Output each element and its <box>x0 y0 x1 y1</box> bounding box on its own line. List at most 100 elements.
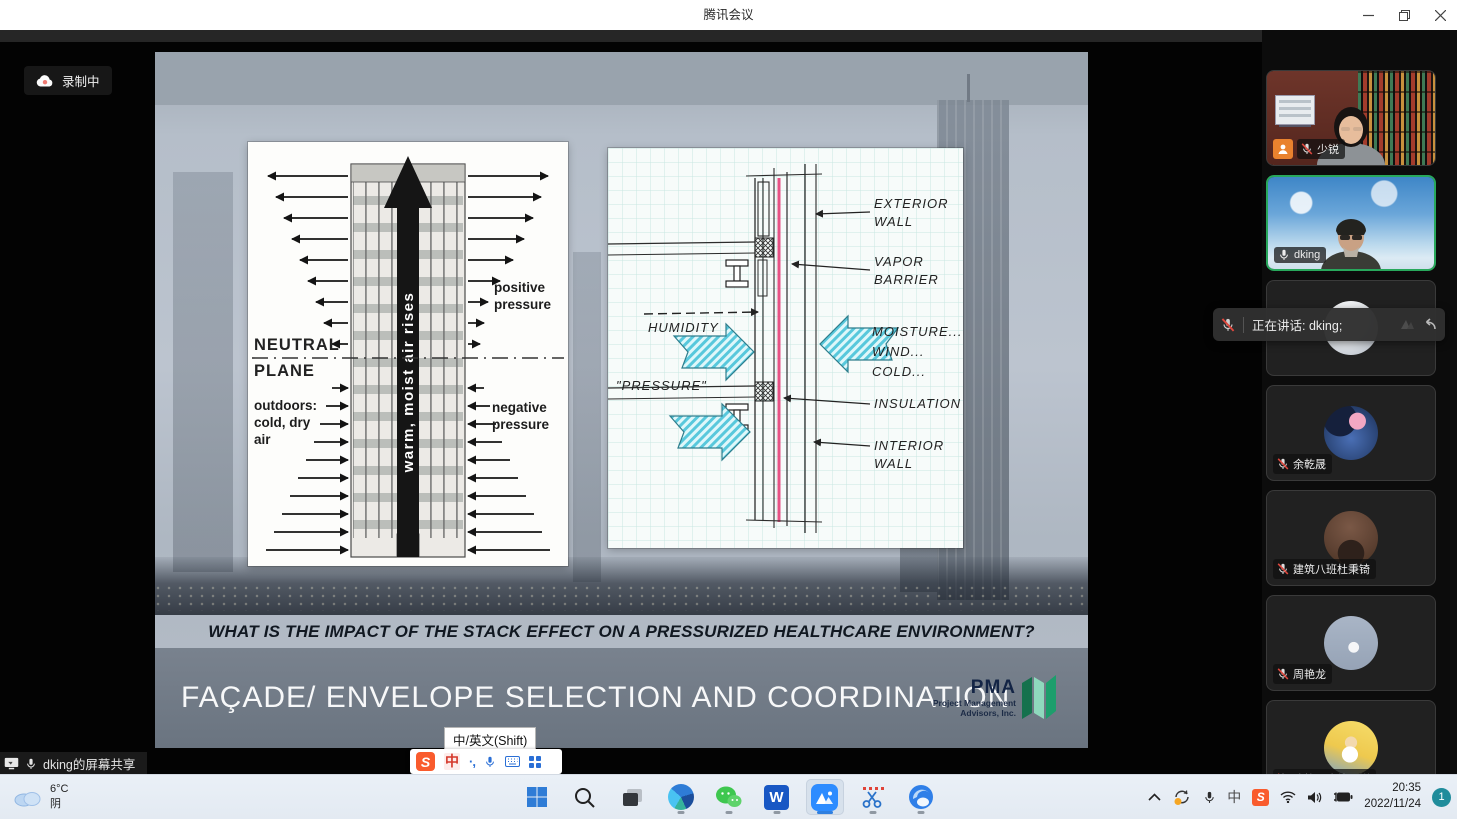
tray-mic-icon[interactable] <box>1203 791 1216 804</box>
wechat-icon <box>715 785 742 810</box>
exterior-wall-label-2: WALL <box>874 214 913 229</box>
tray-time: 20:35 <box>1364 781 1421 797</box>
participant-name: 建筑八班杜秉锜 <box>1293 561 1370 577</box>
outdoors-label-1: outdoors: <box>254 398 317 413</box>
host-badge-icon <box>1273 139 1293 159</box>
vapor-barrier-label-2: BARRIER <box>874 272 939 287</box>
interior-wall-label-2: WALL <box>874 456 913 471</box>
speaking-toast-text: 正在讲话: dking; <box>1252 315 1392 334</box>
screen-share-banner[interactable]: dking的屏幕共享 <box>0 752 147 775</box>
skyline-building <box>173 172 233 572</box>
battery-icon[interactable] <box>1333 791 1353 803</box>
word-icon: W <box>764 785 789 810</box>
ime-toolbox-icon[interactable] <box>529 756 541 768</box>
recording-indicator[interactable]: 录制中 <box>24 66 112 95</box>
pressure-label: "PRESSURE" <box>616 378 707 393</box>
wind-label: WIND... <box>872 344 925 359</box>
search-icon <box>573 786 596 809</box>
speaker-icon[interactable] <box>1307 791 1322 804</box>
sync-status-icon[interactable] <box>1172 788 1192 806</box>
participant-tile-dubingqi[interactable]: 建筑八班杜秉锜 <box>1266 490 1436 586</box>
weather-cloud-icon <box>12 787 42 807</box>
stage-top-strip <box>0 30 1262 42</box>
participant-name: 余乾晟 <box>1293 456 1326 472</box>
negative-pressure-label-2: pressure <box>492 417 550 432</box>
qq-browser-button[interactable] <box>902 779 940 815</box>
participant-tile-yuqiansheng[interactable]: 余乾晟 <box>1266 385 1436 481</box>
slide-sky <box>155 52 1088 105</box>
slide-footer: FAÇADE/ ENVELOPE SELECTION AND COORDINAT… <box>155 648 1088 748</box>
avatar <box>1324 721 1378 775</box>
negative-pressure-label-1: negative <box>492 400 547 415</box>
tray-chevron-icon[interactable] <box>1148 793 1161 801</box>
mic-muted-icon <box>1277 458 1289 470</box>
search-button[interactable] <box>566 779 604 815</box>
weather-widget[interactable]: 6°C 阴 <box>12 779 68 815</box>
avatar <box>1324 511 1378 565</box>
skyline-building <box>573 252 601 582</box>
participants-sidebar: 少锐 dking <box>1262 30 1457 775</box>
screen-share-label: dking的屏幕共享 <box>43 754 135 773</box>
interior-wall-label-1: INTERIOR <box>874 438 944 453</box>
pma-line-2: Advisors, Inc. <box>933 709 1016 719</box>
slide-question: WHAT IS THE IMPACT OF THE STACK EFFECT O… <box>208 622 1034 642</box>
ime-voice-icon[interactable] <box>484 756 496 768</box>
close-button[interactable] <box>1433 8 1447 22</box>
cold-label: COLD... <box>872 364 926 379</box>
wechat-button[interactable] <box>710 779 748 815</box>
recording-label: 录制中 <box>62 71 100 90</box>
edge-browser-button[interactable] <box>662 779 700 815</box>
restore-button[interactable] <box>1397 8 1411 22</box>
undo-arrow-icon[interactable] <box>1422 318 1437 331</box>
close-icon <box>1435 10 1446 21</box>
start-button[interactable] <box>518 779 556 815</box>
task-view-icon <box>621 785 645 809</box>
window-titlebar[interactable]: 腾讯会议 <box>0 0 1457 30</box>
mic-muted-icon <box>1277 563 1289 575</box>
ime-punctuation-toggle[interactable]: ·, <box>469 754 475 769</box>
ime-toolbar[interactable]: S 中 ·, <box>410 749 562 774</box>
annotate-pen-icon[interactable] <box>1400 318 1416 332</box>
positive-pressure-label-2: pressure <box>494 297 552 312</box>
participant-tile-zhouyanlong[interactable]: 周艳龙 <box>1266 595 1436 691</box>
vapor-barrier-label-1: VAPOR <box>874 254 924 269</box>
notification-badge[interactable]: 1 <box>1432 788 1451 807</box>
task-view-button[interactable] <box>614 779 652 815</box>
humidity-label: HUMIDITY <box>648 320 719 335</box>
wifi-icon[interactable] <box>1280 791 1296 803</box>
participant-name: dking <box>1294 249 1320 261</box>
toast-divider <box>1243 317 1244 333</box>
ime-mode-toggle[interactable]: 中 <box>444 753 460 770</box>
neutral-plane-label-2: PLANE <box>254 362 315 380</box>
slide-footer-title: FAÇADE/ ENVELOPE SELECTION AND COORDINAT… <box>181 681 1010 715</box>
mic-muted-icon <box>1277 668 1289 680</box>
snipping-tool-icon <box>860 785 885 810</box>
ime-keyboard-icon[interactable] <box>505 756 520 767</box>
weather-temp: 6°C <box>50 782 68 797</box>
tray-ime-indicator[interactable]: 中 <box>1227 787 1241 807</box>
participant-tile-dking[interactable]: dking <box>1266 175 1436 271</box>
pma-abbr: PMA <box>933 677 1016 699</box>
tray-date: 2022/11/24 <box>1364 797 1421 813</box>
speaking-toast[interactable]: 正在讲话: dking; <box>1213 308 1445 341</box>
outdoors-label-2: cold, dry <box>254 415 311 430</box>
insulation-label: INSULATION <box>874 396 961 411</box>
stack-effect-diagram: warm, moist air rises <box>248 142 568 566</box>
exterior-wall-label-1: EXTERIOR <box>874 196 948 211</box>
pma-mark-icon <box>1020 673 1062 723</box>
word-button[interactable]: W <box>758 779 796 815</box>
tray-clock[interactable]: 20:35 2022/11/24 <box>1364 781 1421 812</box>
tray-sogou-icon[interactable]: S <box>1252 789 1269 806</box>
screen-share-icon <box>4 757 19 770</box>
edge-icon <box>668 784 694 810</box>
tencent-meeting-app-button[interactable] <box>806 779 844 815</box>
participant-name: 周艳龙 <box>1293 666 1326 682</box>
participant-tile-shaorui[interactable]: 少锐 <box>1266 70 1436 166</box>
shared-screen-stage: 录制中 <box>0 30 1262 775</box>
sogou-logo-icon[interactable]: S <box>416 752 435 771</box>
avatar <box>1324 616 1378 670</box>
snipping-tool-button[interactable] <box>854 779 892 815</box>
meeting-content: 录制中 <box>0 30 1457 775</box>
minimize-icon <box>1363 10 1374 21</box>
minimize-button[interactable] <box>1361 8 1375 22</box>
